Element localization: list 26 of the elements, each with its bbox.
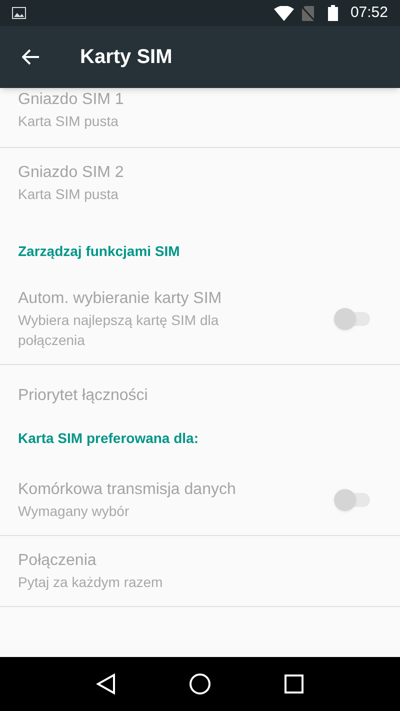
section-header: Zarządzaj funkcjami SIM bbox=[18, 243, 180, 259]
square-icon bbox=[284, 674, 304, 694]
battery-icon bbox=[328, 5, 338, 21]
home-circle-icon bbox=[188, 673, 211, 695]
no-sim-icon bbox=[302, 6, 314, 20]
wifi-icon bbox=[274, 6, 294, 20]
image-icon bbox=[12, 7, 26, 19]
back-icon bbox=[22, 49, 40, 65]
back-triangle-icon bbox=[96, 673, 116, 695]
toolbar-title: Karty SIM bbox=[80, 45, 172, 70]
item-subtitle: Pytaj za każdym razem bbox=[18, 573, 164, 592]
item-title: Komórkowa transmisja danych bbox=[18, 480, 237, 500]
item-title: Połączenia bbox=[18, 551, 98, 571]
item-subtitle: Karta SIM pusta bbox=[18, 185, 120, 204]
item-title: Gniazdo SIM 2 bbox=[18, 163, 125, 183]
item-title: Autom. wybieranie karty SIM bbox=[18, 289, 223, 309]
item-subtitle: Wybiera najlepszą kartę SIM dla połączenia bbox=[18, 311, 220, 350]
item-subtitle: Karta SIM pusta bbox=[18, 112, 120, 131]
section-header: Karta SIM preferowana dla: bbox=[18, 430, 198, 446]
item-title: Priorytet łączności bbox=[18, 386, 149, 406]
status-time: 07:52 bbox=[350, 2, 388, 23]
home-button[interactable] bbox=[188, 673, 211, 695]
recents-button[interactable] bbox=[284, 674, 304, 694]
item-subtitle: Wymagany wybór bbox=[18, 502, 130, 521]
item-title: Gniazdo SIM 1 bbox=[18, 90, 125, 110]
back-nav-button[interactable] bbox=[96, 673, 116, 695]
